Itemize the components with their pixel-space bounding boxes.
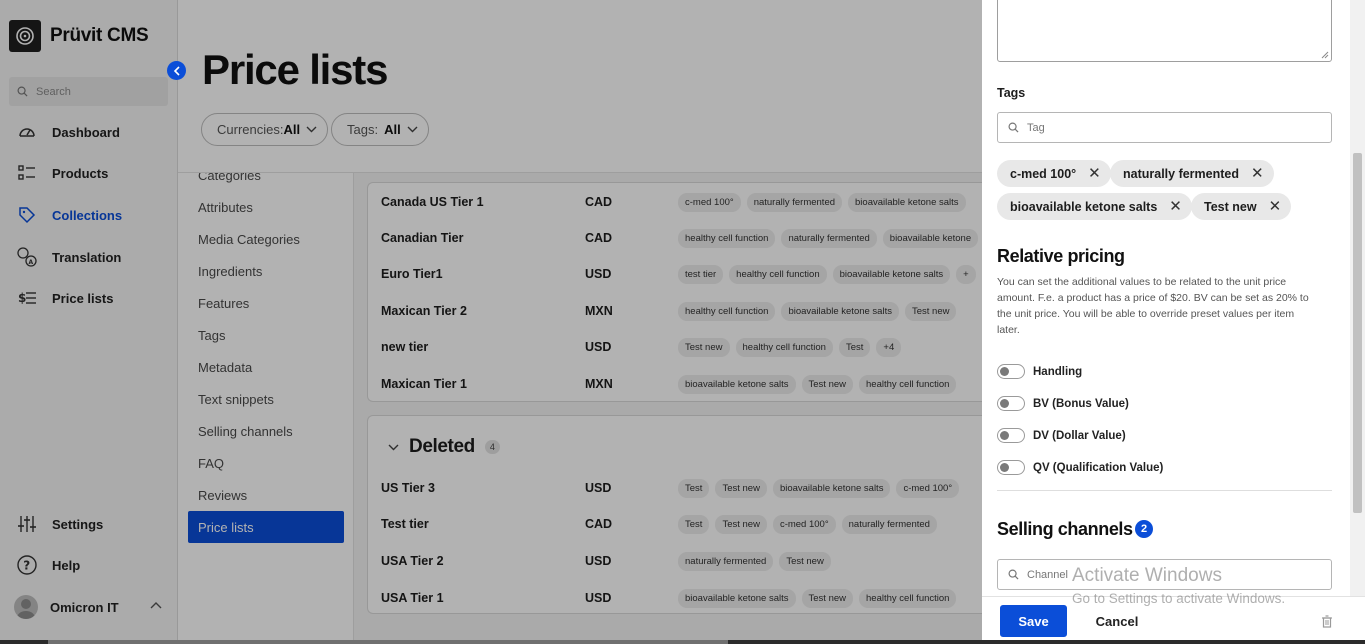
cancel-button[interactable]: Cancel xyxy=(1082,605,1152,637)
tag-chip-label: Test new xyxy=(1204,199,1257,214)
tag-input-placeholder: Tag xyxy=(1027,121,1045,134)
chevron-left-icon xyxy=(173,65,180,76)
description-textarea[interactable] xyxy=(997,0,1332,62)
collapse-sidebar-button[interactable] xyxy=(167,61,186,80)
tag-chip-label: naturally fermented xyxy=(1123,166,1240,181)
dv-toggle[interactable] xyxy=(997,428,1025,443)
tag-chip: c-med 100° ✕ xyxy=(997,160,1111,187)
tag-chip-label: bioavailable ketone salts xyxy=(1010,199,1158,214)
handling-toggle[interactable] xyxy=(997,364,1025,379)
handling-label: Handling xyxy=(1033,365,1083,378)
bv-toggle-row[interactable]: BV (Bonus Value) xyxy=(997,396,1129,411)
divider xyxy=(997,490,1332,491)
tag-chip: bioavailable ketone salts ✕ xyxy=(997,193,1192,220)
tags-label: Tags xyxy=(997,86,1026,100)
selling-channels-count-badge: 2 xyxy=(1135,520,1153,538)
trash-icon xyxy=(1322,614,1332,628)
search-icon xyxy=(1008,122,1019,133)
bottom-scrollbar[interactable] xyxy=(0,640,1365,644)
close-icon[interactable]: ✕ xyxy=(1251,166,1264,181)
price-list-drawer: Tags Tag c-med 100° ✕ naturally fermente… xyxy=(982,0,1365,644)
drawer-scrollbar[interactable] xyxy=(1350,0,1365,596)
dv-toggle-row[interactable]: DV (Dollar Value) xyxy=(997,428,1126,443)
channel-input-placeholder: Channel xyxy=(1027,568,1068,581)
tag-input[interactable]: Tag xyxy=(997,112,1332,143)
delete-button[interactable] xyxy=(1315,609,1339,633)
selling-channels-title: Selling channels xyxy=(997,519,1133,539)
drawer-footer: Save Cancel xyxy=(982,596,1365,644)
handling-toggle-row[interactable]: Handling xyxy=(997,364,1082,379)
bv-toggle[interactable] xyxy=(997,396,1025,411)
qv-toggle[interactable] xyxy=(997,460,1025,475)
resize-handle-icon[interactable] xyxy=(1321,51,1329,59)
channel-input[interactable]: Channel xyxy=(997,559,1332,590)
scrollbar-thumb[interactable] xyxy=(1353,153,1362,513)
qv-label: QV (Qualification Value) xyxy=(1033,461,1164,474)
close-icon[interactable]: ✕ xyxy=(1269,199,1282,214)
bv-label: BV (Bonus Value) xyxy=(1033,397,1129,410)
tag-chip: Test new ✕ xyxy=(1191,193,1292,220)
relative-pricing-description: You can set the additional values to be … xyxy=(997,276,1309,336)
relative-pricing-title: Relative pricing xyxy=(997,246,1125,266)
tag-chip: naturally fermented ✕ xyxy=(1110,160,1274,187)
search-icon xyxy=(1008,569,1019,580)
bottom-scrollbar-thumb[interactable] xyxy=(48,640,728,644)
close-icon[interactable]: ✕ xyxy=(1169,199,1182,214)
close-icon[interactable]: ✕ xyxy=(1088,166,1101,181)
save-button[interactable]: Save xyxy=(1000,605,1067,637)
tag-chip-label: c-med 100° xyxy=(1010,166,1077,181)
dv-label: DV (Dollar Value) xyxy=(1033,429,1126,442)
qv-toggle-row[interactable]: QV (Qualification Value) xyxy=(997,460,1163,475)
modal-overlay[interactable] xyxy=(0,0,982,644)
